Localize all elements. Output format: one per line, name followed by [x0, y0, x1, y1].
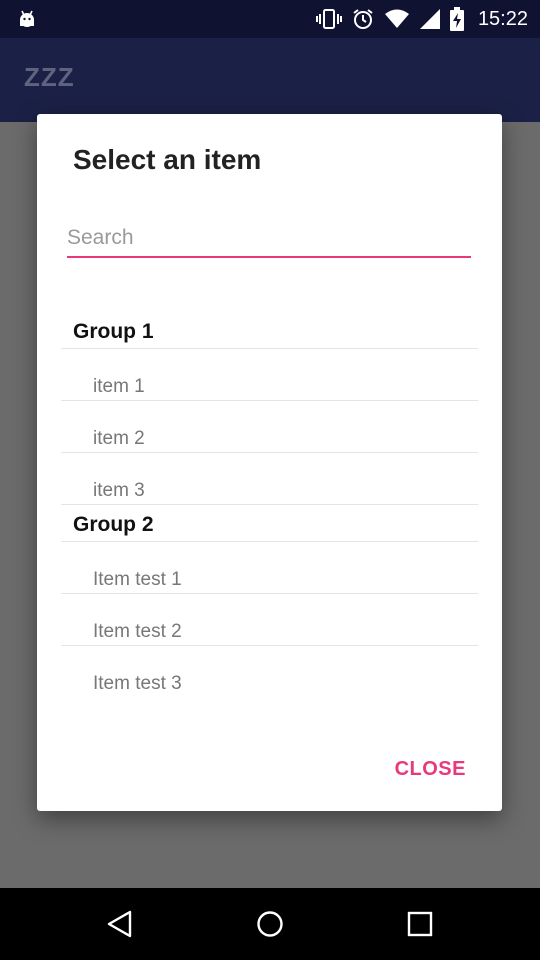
app-bar: ZZZ	[0, 38, 540, 122]
battery-charging-icon	[449, 7, 464, 31]
list-item[interactable]: Item test 3	[61, 646, 478, 698]
alarm-icon	[353, 9, 373, 29]
list-item[interactable]: Item test 1	[61, 542, 478, 594]
android-icon	[20, 10, 34, 27]
navigation-bar	[0, 888, 540, 960]
wifi-icon	[384, 9, 409, 28]
status-bar: 15:22	[0, 0, 540, 38]
item-list: Group 1 item 1 item 2 item 3 Group 2 Ite…	[61, 312, 478, 698]
vibrate-icon	[315, 9, 342, 29]
app-title: ZZZ	[24, 62, 75, 92]
status-clock: 15:22	[477, 7, 528, 30]
group-header-2: Group 2	[61, 505, 478, 542]
back-icon[interactable]	[104, 908, 136, 940]
home-icon[interactable]	[254, 908, 286, 940]
list-item[interactable]: item 1	[61, 349, 478, 401]
list-item[interactable]: Item test 2	[61, 594, 478, 646]
search-input[interactable]	[67, 220, 471, 258]
group-header-1: Group 1	[61, 312, 478, 349]
list-item[interactable]: item 3	[61, 453, 478, 505]
list-item[interactable]: item 2	[61, 401, 478, 453]
close-button[interactable]: CLOSE	[395, 758, 466, 781]
select-item-dialog: Select an item Group 1 item 1 item 2 ite…	[37, 114, 502, 811]
dialog-title: Select an item	[73, 144, 262, 175]
signal-icon	[419, 9, 440, 29]
recents-icon[interactable]	[404, 908, 436, 940]
